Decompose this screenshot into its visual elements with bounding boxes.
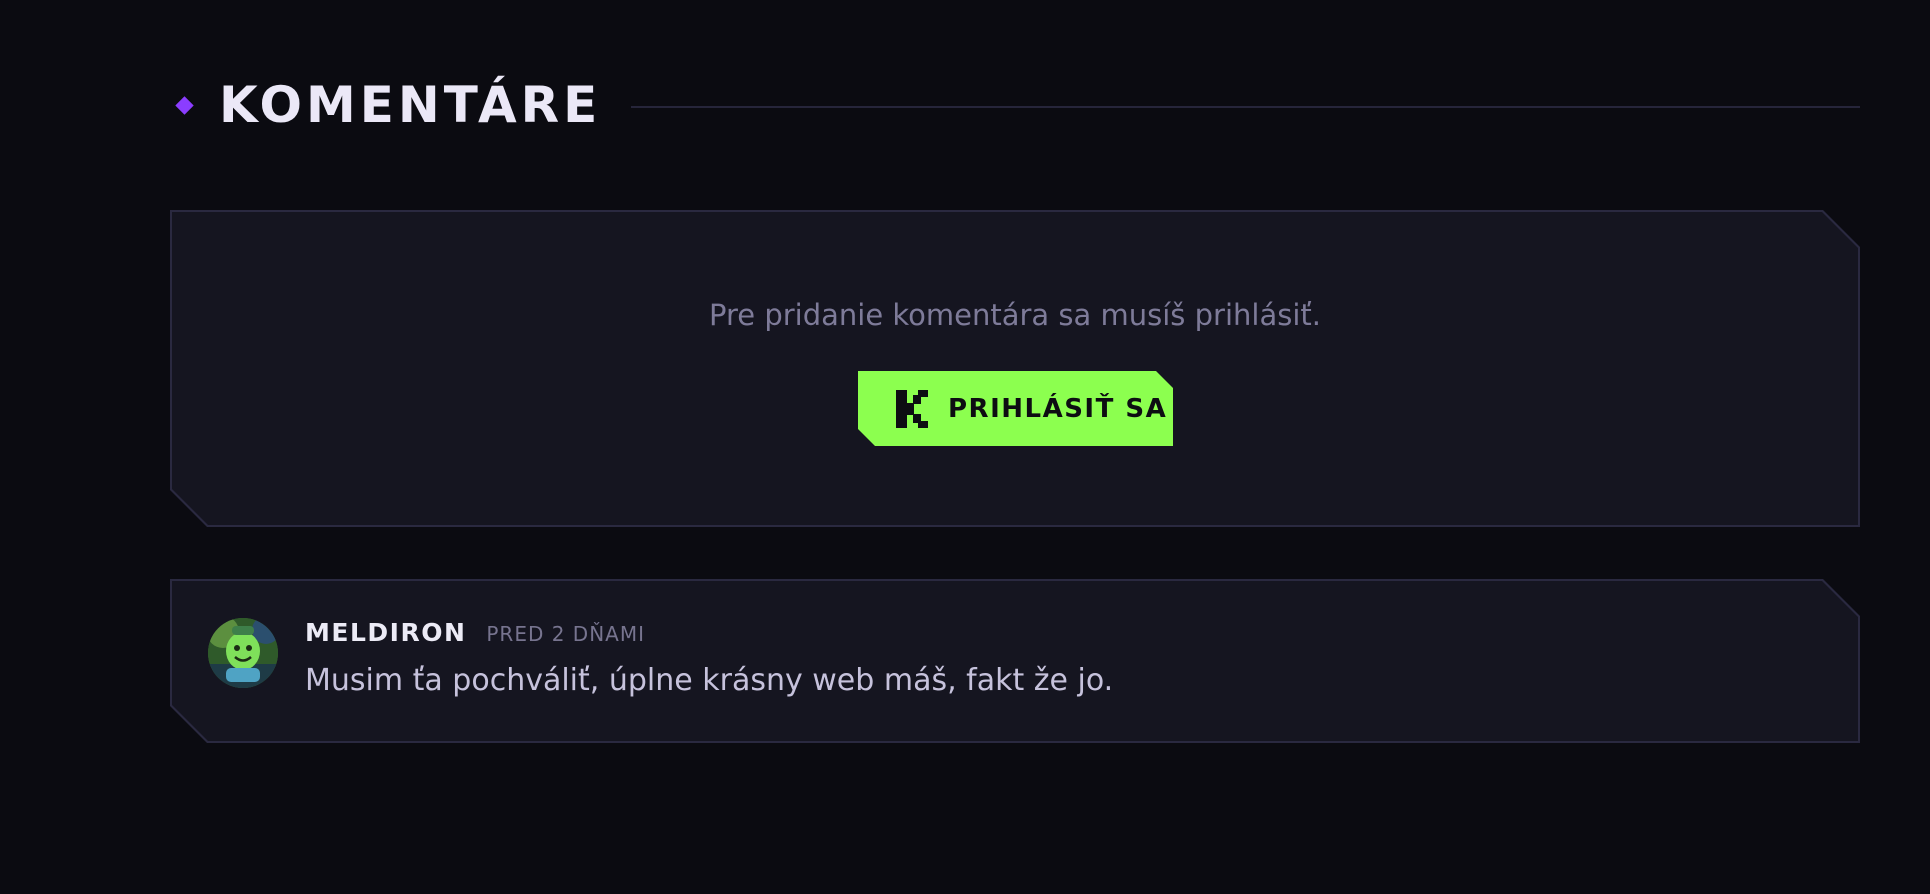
login-button-label: PRIHLÁSIŤ SA <box>948 393 1168 424</box>
comment-meta: MELDIRON PRED 2 DŇAMI <box>305 618 645 647</box>
green-character-avatar-icon <box>208 618 278 688</box>
login-panel: Pre pridanie komentára sa musíš prihlási… <box>170 210 1860 527</box>
section-title: KOMENTÁRE <box>219 76 602 134</box>
login-required-message: Pre pridanie komentára sa musíš prihlási… <box>709 298 1321 332</box>
login-button[interactable]: PRIHLÁSIŤ SA <box>858 371 1173 446</box>
k-logo-icon <box>896 390 928 428</box>
avatar[interactable] <box>208 618 278 688</box>
comment-timestamp: PRED 2 DŇAMI <box>486 622 646 646</box>
diamond-bullet-icon <box>175 95 194 115</box>
comments-section-header: KOMENTÁRE <box>172 66 1860 144</box>
comment-text: Musim ťa pochváliť, úplne krásny web máš… <box>305 663 1114 698</box>
login-panel-body: Pre pridanie komentára sa musíš prihlási… <box>172 212 1858 525</box>
comment-card: MELDIRON PRED 2 DŇAMI Musim ťa pochváliť… <box>170 579 1860 743</box>
comment-card-body: MELDIRON PRED 2 DŇAMI Musim ťa pochváliť… <box>172 581 1858 741</box>
header-divider <box>631 106 1860 108</box>
comment-author[interactable]: MELDIRON <box>305 618 466 647</box>
